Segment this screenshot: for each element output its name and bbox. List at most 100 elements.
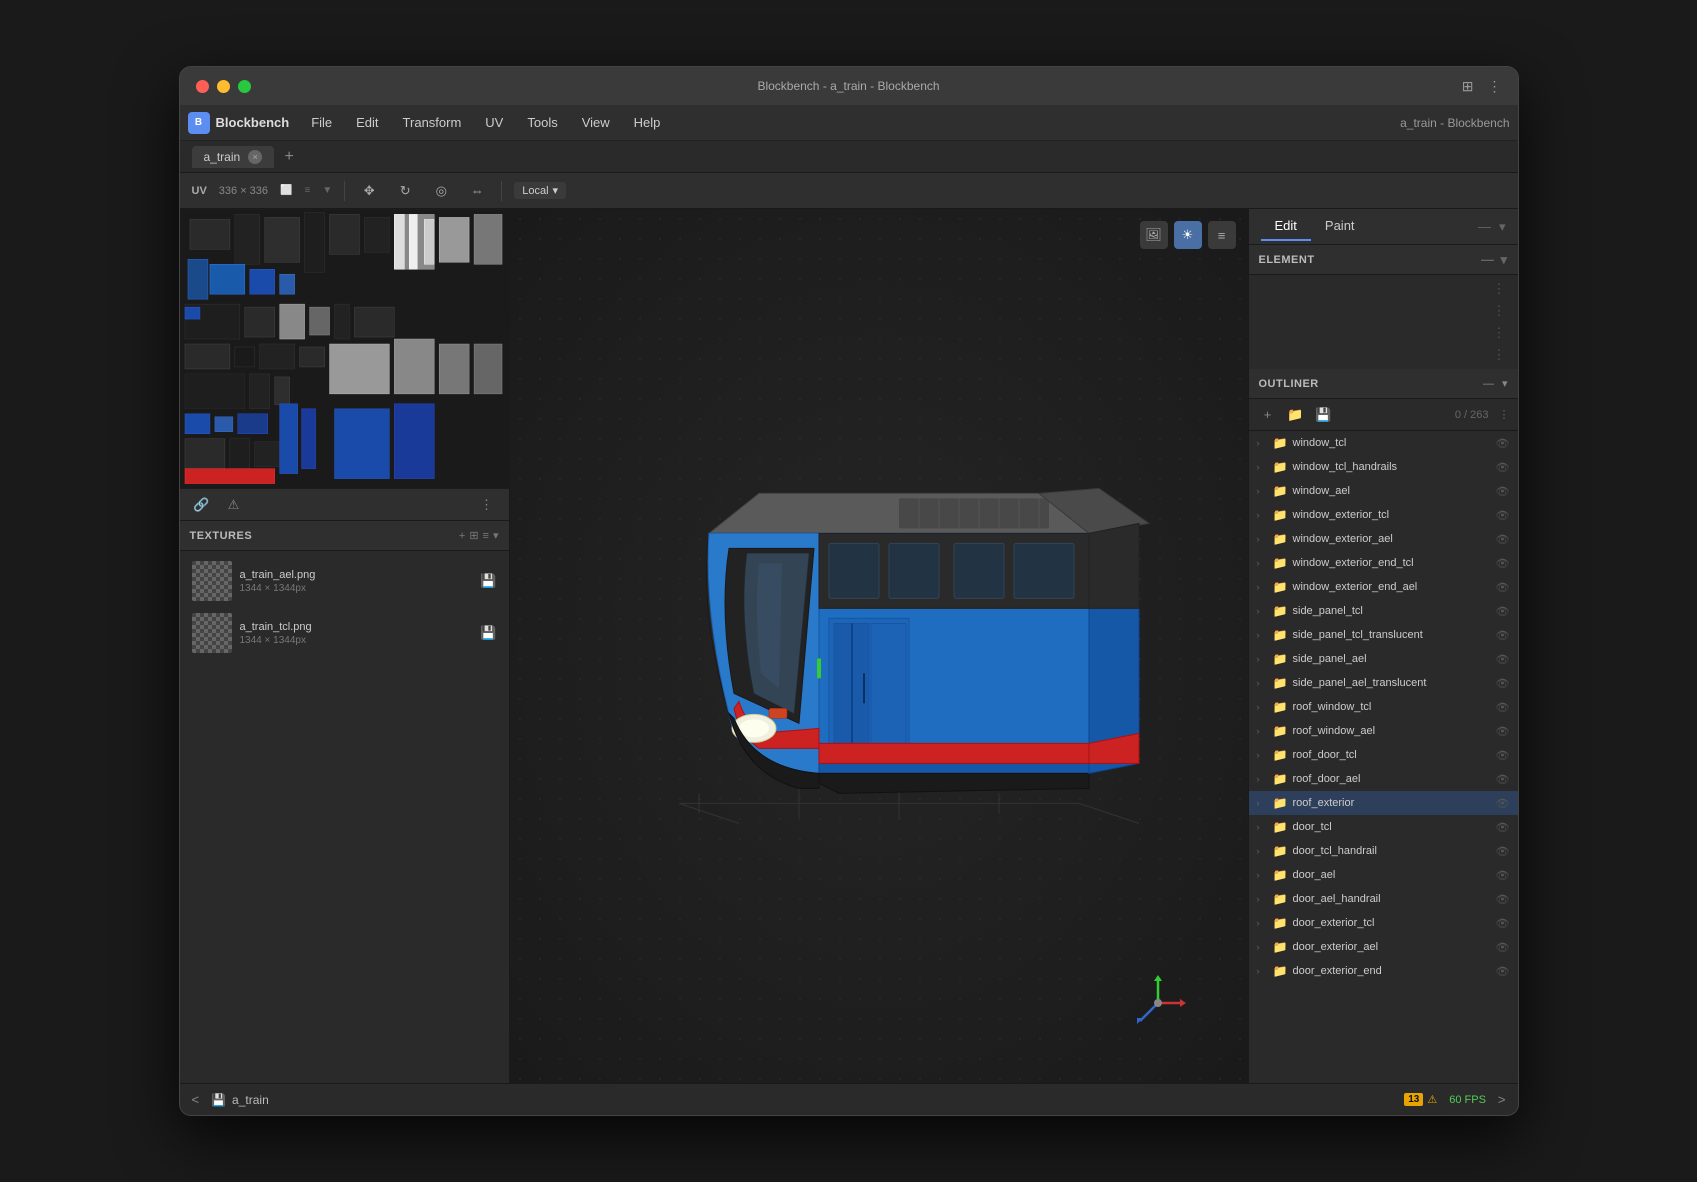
list-item-side-panel-tcl[interactable]: › 📁 side_panel_tcl 👁: [1249, 599, 1518, 623]
list-item-window-ext-end-tcl[interactable]: › 📁 window_exterior_end_tcl 👁: [1249, 551, 1518, 575]
eye-icon[interactable]: 👁: [1496, 629, 1510, 642]
save-icon-tcl[interactable]: 💾: [480, 625, 496, 641]
menu-tools[interactable]: Tools: [517, 111, 567, 134]
warning-icon[interactable]: ⚠: [224, 495, 244, 515]
more-options-icon[interactable]: ⋮: [477, 495, 497, 515]
list-item-roof-door-tcl[interactable]: › 📁 roof_door_tcl 👁: [1249, 743, 1518, 767]
panel-add-icon[interactable]: +: [459, 530, 465, 542]
local-dropdown[interactable]: Local ▾: [514, 182, 566, 199]
list-item-roof-door-ael[interactable]: › 📁 roof_door_ael 👁: [1249, 767, 1518, 791]
eye-icon[interactable]: 👁: [1496, 701, 1510, 714]
rotate-tool-btn[interactable]: ↻: [393, 179, 417, 203]
eye-icon[interactable]: 👁: [1496, 749, 1510, 762]
element-chevron-icon[interactable]: ▾: [1500, 252, 1507, 268]
flip-btn[interactable]: ⇔: [465, 179, 489, 203]
list-item-window-tcl[interactable]: › 📁 window_tcl 👁: [1249, 431, 1518, 455]
toolbar-icon-settings: ≡: [304, 185, 310, 196]
panel-arrow-icon[interactable]: ▾: [493, 529, 499, 542]
list-item-roof-window-ael[interactable]: › 📁 roof_window_ael 👁: [1249, 719, 1518, 743]
list-item-window-ext-end-ael[interactable]: › 📁 window_exterior_end_ael 👁: [1249, 575, 1518, 599]
list-item-door-tcl-hr[interactable]: › 📁 door_tcl_handrail 👁: [1249, 839, 1518, 863]
texture-item-ael[interactable]: a_train_ael.png 1344 × 1344px 💾: [184, 555, 505, 607]
outliner-save-btn[interactable]: 💾: [1313, 404, 1335, 426]
eye-icon[interactable]: 👁: [1496, 485, 1510, 498]
more-icon[interactable]: ⋮: [1488, 78, 1502, 95]
eye-icon[interactable]: 👁: [1496, 509, 1510, 522]
list-item-door-tcl[interactable]: › 📁 door_tcl 👁: [1249, 815, 1518, 839]
tab-paint[interactable]: Paint: [1311, 212, 1369, 241]
eye-icon[interactable]: 👁: [1496, 893, 1510, 906]
menu-view-btn[interactable]: ≡: [1208, 221, 1236, 249]
panel-import-icon[interactable]: ⊞: [469, 529, 478, 542]
eye-icon[interactable]: 👁: [1496, 965, 1510, 978]
texture-item-tcl[interactable]: a_train_tcl.png 1344 × 1344px 💾: [184, 607, 505, 659]
list-item-roof-exterior[interactable]: › 📁 roof_exterior 👁: [1249, 791, 1518, 815]
outliner-folder-btn[interactable]: 📁: [1285, 404, 1307, 426]
list-item-side-panel-ael-trans[interactable]: › 📁 side_panel_ael_translucent 👁: [1249, 671, 1518, 695]
eye-icon[interactable]: 👁: [1496, 917, 1510, 930]
close-button[interactable]: [196, 80, 209, 93]
list-item-door-ael[interactable]: › 📁 door_ael 👁: [1249, 863, 1518, 887]
minimize-button[interactable]: [217, 80, 230, 93]
next-button[interactable]: >: [1498, 1092, 1506, 1107]
eye-btn[interactable]: ◎: [429, 179, 453, 203]
list-item-door-ext-tcl[interactable]: › 📁 door_exterior_tcl 👁: [1249, 911, 1518, 935]
eye-icon[interactable]: 👁: [1496, 821, 1510, 834]
eye-icon[interactable]: 👁: [1496, 533, 1510, 546]
toolbar-icon-expand: ⬜: [280, 185, 292, 196]
menu-view[interactable]: View: [572, 111, 620, 134]
texture-thumb-inner-ael: [192, 561, 232, 601]
tab-close-button[interactable]: ×: [248, 150, 262, 164]
eye-icon[interactable]: 👁: [1496, 725, 1510, 738]
list-item-door-ext-end[interactable]: › 📁 door_exterior_end 👁: [1249, 959, 1518, 983]
save-icon-ael[interactable]: 💾: [480, 573, 496, 589]
eye-icon[interactable]: 👁: [1496, 845, 1510, 858]
list-item-side-panel-tcl-trans[interactable]: › 📁 side_panel_tcl_translucent 👁: [1249, 623, 1518, 647]
eye-icon[interactable]: 👁: [1496, 797, 1510, 810]
element-minus-icon[interactable]: —: [1481, 252, 1495, 268]
outliner-more-icon[interactable]: ⋮: [1499, 408, 1510, 421]
menu-help[interactable]: Help: [624, 111, 671, 134]
viewport[interactable]: 🖼 ☀ ≡: [510, 209, 1248, 1083]
menu-file[interactable]: File: [301, 111, 342, 134]
eye-icon[interactable]: 👁: [1496, 677, 1510, 690]
list-item-roof-window-tcl[interactable]: › 📁 roof_window_tcl 👁: [1249, 695, 1518, 719]
link-icon[interactable]: 🔗: [192, 495, 212, 515]
eye-icon[interactable]: 👁: [1496, 773, 1510, 786]
puzzle-icon[interactable]: ⊞: [1462, 78, 1474, 95]
right-dots-3: ⋮: [1493, 325, 1506, 341]
maximize-button[interactable]: [238, 80, 251, 93]
outliner-minus-icon[interactable]: —: [1483, 378, 1494, 390]
eye-icon[interactable]: 👁: [1496, 941, 1510, 954]
list-item-door-ael-hr[interactable]: › 📁 door_ael_handrail 👁: [1249, 887, 1518, 911]
list-item-window-ext-ael[interactable]: › 📁 window_exterior_ael 👁: [1249, 527, 1518, 551]
eye-icon[interactable]: 👁: [1496, 605, 1510, 618]
image-view-btn[interactable]: 🖼: [1140, 221, 1168, 249]
eye-icon[interactable]: 👁: [1496, 437, 1510, 450]
sun-view-btn[interactable]: ☀: [1174, 221, 1202, 249]
menu-uv[interactable]: UV: [475, 111, 513, 134]
eye-icon[interactable]: 👁: [1496, 557, 1510, 570]
prev-button[interactable]: <: [192, 1092, 200, 1107]
tab-a-train[interactable]: a_train ×: [192, 146, 275, 168]
outliner-add-btn[interactable]: +: [1257, 404, 1279, 426]
ep-chevron-icon[interactable]: ▾: [1499, 219, 1506, 235]
tab-edit[interactable]: Edit: [1261, 212, 1311, 241]
list-item-side-panel-ael[interactable]: › 📁 side_panel_ael 👁: [1249, 647, 1518, 671]
eye-icon[interactable]: 👁: [1496, 653, 1510, 666]
list-item-window-ext-tcl[interactable]: › 📁 window_exterior_tcl 👁: [1249, 503, 1518, 527]
list-item-window-ael[interactable]: › 📁 window_ael 👁: [1249, 479, 1518, 503]
menu-transform[interactable]: Transform: [393, 111, 472, 134]
folder-icon: 📁: [1273, 460, 1289, 474]
outliner-chevron-icon[interactable]: ▾: [1502, 377, 1508, 390]
tab-add-button[interactable]: +: [278, 146, 300, 168]
panel-collapse-icon[interactable]: ≡: [483, 530, 489, 542]
menu-edit[interactable]: Edit: [346, 111, 388, 134]
list-item-door-ext-ael[interactable]: › 📁 door_exterior_ael 👁: [1249, 935, 1518, 959]
eye-icon[interactable]: 👁: [1496, 869, 1510, 882]
list-item-window-tcl-hr[interactable]: › 📁 window_tcl_handrails 👁: [1249, 455, 1518, 479]
eye-icon[interactable]: 👁: [1496, 581, 1510, 594]
ep-minus-icon[interactable]: —: [1478, 219, 1491, 235]
move-tool-btn[interactable]: ✥: [357, 179, 381, 203]
eye-icon[interactable]: 👁: [1496, 461, 1510, 474]
